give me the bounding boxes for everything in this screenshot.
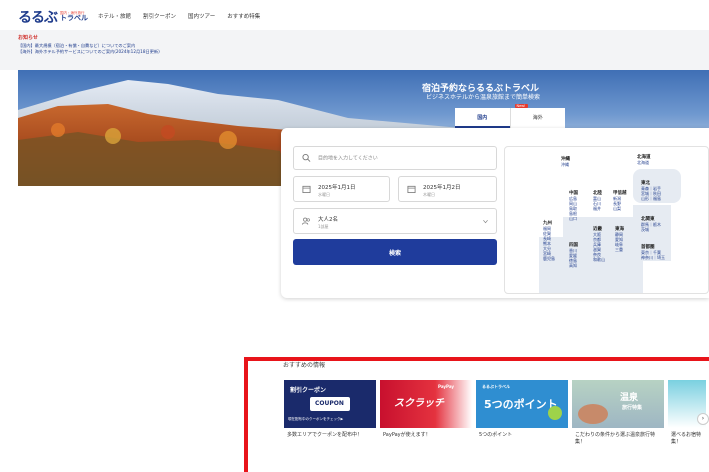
- region-tohoku[interactable]: 東北 青森｜岩手 宮城｜秋田 山形｜福島: [641, 181, 661, 201]
- checkin-day: 水曜日: [318, 192, 330, 197]
- nav-hotels[interactable]: ホテル・旅館: [98, 12, 131, 20]
- nav-features[interactable]: おすすめ特集: [227, 12, 260, 20]
- region-okinawa[interactable]: 沖縄 沖縄: [561, 157, 570, 167]
- new-badge: New!: [514, 104, 528, 108]
- card-onsen-text: こだわりの条件から選ぶ温泉旅行特集！: [575, 432, 656, 445]
- recommended-carousel: 割引クーポン COUPON 現在配布中のクーポンをチェック▶ 多数エリアでクーポ…: [284, 380, 706, 458]
- paypay-banner-sub: PayPay: [438, 384, 455, 389]
- card-coupon[interactable]: 割引クーポン COUPON 現在配布中のクーポンをチェック▶ 多数エリアでクーポ…: [284, 380, 376, 458]
- search-panel: 目的地を入力してください 2025年1月1日 水曜日 2025年1月2日 木曜日…: [281, 128, 709, 298]
- food-plate: [578, 404, 608, 424]
- pref-okinawa[interactable]: 沖縄: [561, 162, 570, 167]
- card-five-points[interactable]: るるぶトラベル 5つのポイント 5つのポイント: [476, 380, 568, 458]
- pref-hokkaido[interactable]: 北海道: [637, 160, 651, 165]
- checkin-date: 2025年1月1日: [318, 185, 356, 191]
- region-hokkaido[interactable]: 北海道 北海道: [637, 155, 651, 165]
- destination-field[interactable]: 目的地を入力してください: [293, 146, 497, 170]
- notice-title: お知らせ: [18, 35, 38, 41]
- nav-coupons[interactable]: 割引クーポン: [143, 12, 176, 20]
- region-koshinetsu[interactable]: 甲信越 新潟 長野 山梨: [613, 191, 627, 211]
- coupon-ticket-label: COUPON: [315, 400, 344, 407]
- pref-mie[interactable]: 三重: [615, 247, 624, 252]
- five-points-banner-image: るるぶトラベル 5つのポイント: [476, 380, 568, 428]
- tab-domestic[interactable]: 国内: [455, 108, 510, 128]
- pref-yamaguchi[interactable]: 山口: [569, 216, 578, 221]
- card-paypay-text: PayPayが使えます！: [383, 432, 431, 438]
- logo-name: トラベル: [60, 14, 88, 23]
- card-onsen[interactable]: 温泉 旅行特集 こだわりの条件から選ぶ温泉旅行特集！: [572, 380, 664, 458]
- onsen-banner-title: 温泉: [620, 393, 639, 403]
- rooms-count: 1部屋: [318, 224, 329, 229]
- search-button[interactable]: 検索: [293, 239, 497, 265]
- region-kyushu[interactable]: 九州 福岡 佐賀 長崎 熊本 大分 宮崎 鹿児島: [543, 221, 555, 261]
- card-selectable-inns-text: 選べるお宿特集！: [671, 432, 702, 445]
- paypay-banner-image: スクラッチ PayPay: [380, 380, 472, 428]
- pref-yamagata-fukushima[interactable]: 山形｜福島: [641, 196, 661, 201]
- checkout-day: 木曜日: [423, 192, 435, 197]
- five-points-banner-title: 5つのポイント: [484, 398, 558, 411]
- onsen-banner-image: 温泉 旅行特集: [572, 380, 664, 428]
- calendar-icon: [407, 185, 416, 194]
- card-five-points-text: 5つのポイント: [479, 432, 513, 438]
- region-kitakanto[interactable]: 北関東 群馬｜栃木 茨城: [641, 217, 661, 232]
- destination-placeholder: 目的地を入力してください: [318, 155, 378, 162]
- hero-subtitle: ビジネスホテルから温泉旅館まで簡単検索: [426, 94, 541, 101]
- coupon-banner-image: 割引クーポン COUPON 現在配布中のクーポンをチェック▶: [284, 380, 376, 428]
- tab-overseas-label: 海外: [532, 115, 543, 121]
- tab-overseas[interactable]: New! 海外: [509, 104, 565, 128]
- rurubu-logo[interactable]: るるぶ 国内・海外旅行 トラベル: [18, 7, 88, 27]
- japan-region-map: 沖縄 沖縄 北海道 北海道 東北 青森｜岩手 宮城｜秋田 山形｜福島 中国 広島…: [504, 146, 709, 294]
- people-icon: [302, 217, 310, 225]
- nav-tours[interactable]: 国内ツアー: [188, 12, 215, 20]
- onsen-banner-sub: 旅行特集: [622, 405, 643, 411]
- chevron-down-icon: [483, 220, 488, 224]
- coupon-banner-title: 割引クーポン: [290, 387, 327, 394]
- recommended-title: おすすめの情報: [283, 362, 326, 369]
- region-shutoken[interactable]: 首都圏 東京｜千葉 神奈川｜埼玉: [641, 245, 665, 260]
- notice-area: お知らせ 【国内】最大規模（宿泊・有償・自費など）についてのご案内 【海外】海外…: [0, 30, 709, 70]
- logo-text: 国内・海外旅行 トラベル: [60, 11, 88, 23]
- pref-kanagawa-saitama[interactable]: 神奈川｜埼玉: [641, 255, 665, 260]
- guests-count: 大人2名: [318, 217, 338, 223]
- region-shikoku[interactable]: 四国 香川 愛媛 徳島 高知: [569, 243, 578, 268]
- checkout-field[interactable]: 2025年1月2日 木曜日: [398, 176, 497, 202]
- card-coupon-text: 多数エリアでクーポンを配布中！: [287, 432, 363, 438]
- pref-kagoshima[interactable]: 鹿児島: [543, 256, 555, 261]
- coupon-banner-note: 現在配布中のクーポンをチェック▶: [288, 417, 344, 421]
- checkout-date: 2025年1月2日: [423, 185, 461, 191]
- calendar-icon: [302, 185, 311, 194]
- five-points-banner-sub: るるぶトラベル: [482, 384, 510, 389]
- region-kinki[interactable]: 近畿 大阪 京都 兵庫 滋賀 奈良 和歌山: [593, 227, 605, 262]
- pref-ibaraki[interactable]: 茨城: [641, 227, 661, 232]
- paypay-banner-title: スクラッチ: [394, 398, 444, 409]
- badge-circle: [548, 406, 562, 420]
- region-hokuriku[interactable]: 北陸 富山 石川 福井: [593, 191, 602, 211]
- carousel-next-button[interactable]: ›: [697, 413, 709, 425]
- search-icon: [302, 153, 311, 162]
- site-header: るるぶ 国内・海外旅行 トラベル ホテル・旅館 割引クーポン 国内ツアー おすす…: [0, 0, 709, 30]
- region-tokai[interactable]: 東海 静岡 愛知 岐阜 三重: [615, 227, 624, 252]
- main-nav: ホテル・旅館 割引クーポン 国内ツアー おすすめ特集: [98, 12, 260, 20]
- pref-kochi[interactable]: 高知: [569, 263, 578, 268]
- guests-field[interactable]: 大人2名 1部屋: [293, 208, 497, 234]
- notice-link-overseas[interactable]: 【海外】海外ホテル予約サービスについてのご案内(2024年12月18日更新): [18, 49, 691, 55]
- region-chugoku[interactable]: 中国 広島 岡山 鳥取 島根 山口: [569, 191, 578, 221]
- card-paypay[interactable]: スクラッチ PayPay PayPayが使えます！: [380, 380, 472, 458]
- pref-wakayama[interactable]: 和歌山: [593, 257, 605, 262]
- search-tabs: 国内 New! 海外: [455, 104, 565, 128]
- logo-mark: るるぶ: [18, 10, 58, 26]
- pref-yamanashi[interactable]: 山梨: [613, 206, 627, 211]
- pref-fukui[interactable]: 福井: [593, 206, 602, 211]
- checkin-field[interactable]: 2025年1月1日 水曜日: [293, 176, 390, 202]
